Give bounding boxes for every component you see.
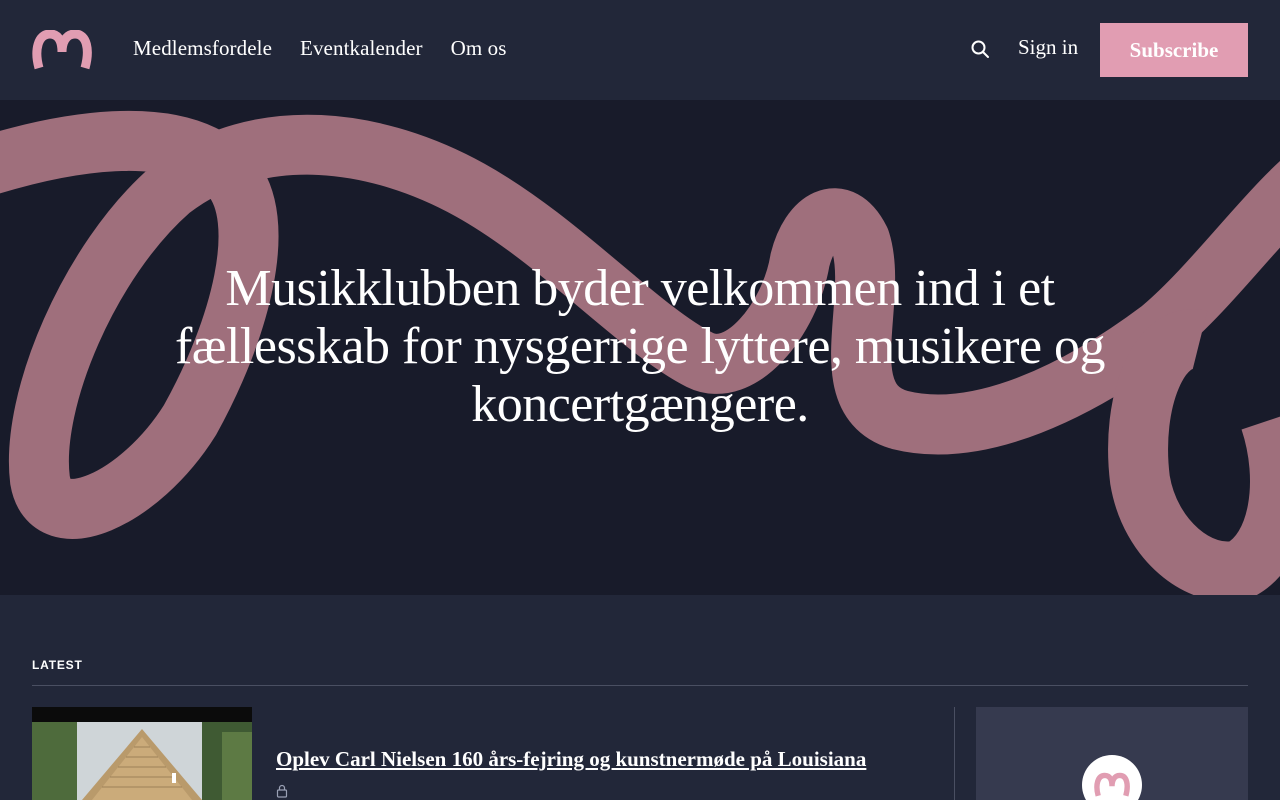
sidebar-divider [954,707,955,800]
latest-section-label: LATEST [32,658,83,672]
hero-section: Musikklubben byder velkommen ind i et fæ… [0,100,1280,595]
subscribe-button[interactable]: Subscribe [1100,23,1248,77]
lock-icon [276,783,288,798]
musikklubben-logo-icon [1094,772,1130,797]
search-button[interactable] [968,37,992,61]
avatar [1082,755,1142,800]
section-divider [32,685,1248,686]
main-nav: Medlemsfordele Eventkalender Om os [133,34,507,62]
nav-link-om-os[interactable]: Om os [451,34,507,62]
sign-in-link[interactable]: Sign in [1018,33,1078,61]
post-feature-image[interactable] [32,707,252,800]
search-icon [971,40,989,58]
nav-link-eventkalender[interactable]: Eventkalender [300,34,423,62]
musikklubben-logo-icon[interactable] [32,29,92,70]
sidebar-card [976,707,1248,800]
post-title-link[interactable]: Oplev Carl Nielsen 160 års-fejring og ku… [276,745,866,773]
nav-link-medlemsfordele[interactable]: Medlemsfordele [133,34,272,62]
site-header: Medlemsfordele Eventkalender Om os Sign … [0,0,1280,100]
hero-title: Musikklubben byder velkommen ind i et fæ… [174,260,1106,433]
